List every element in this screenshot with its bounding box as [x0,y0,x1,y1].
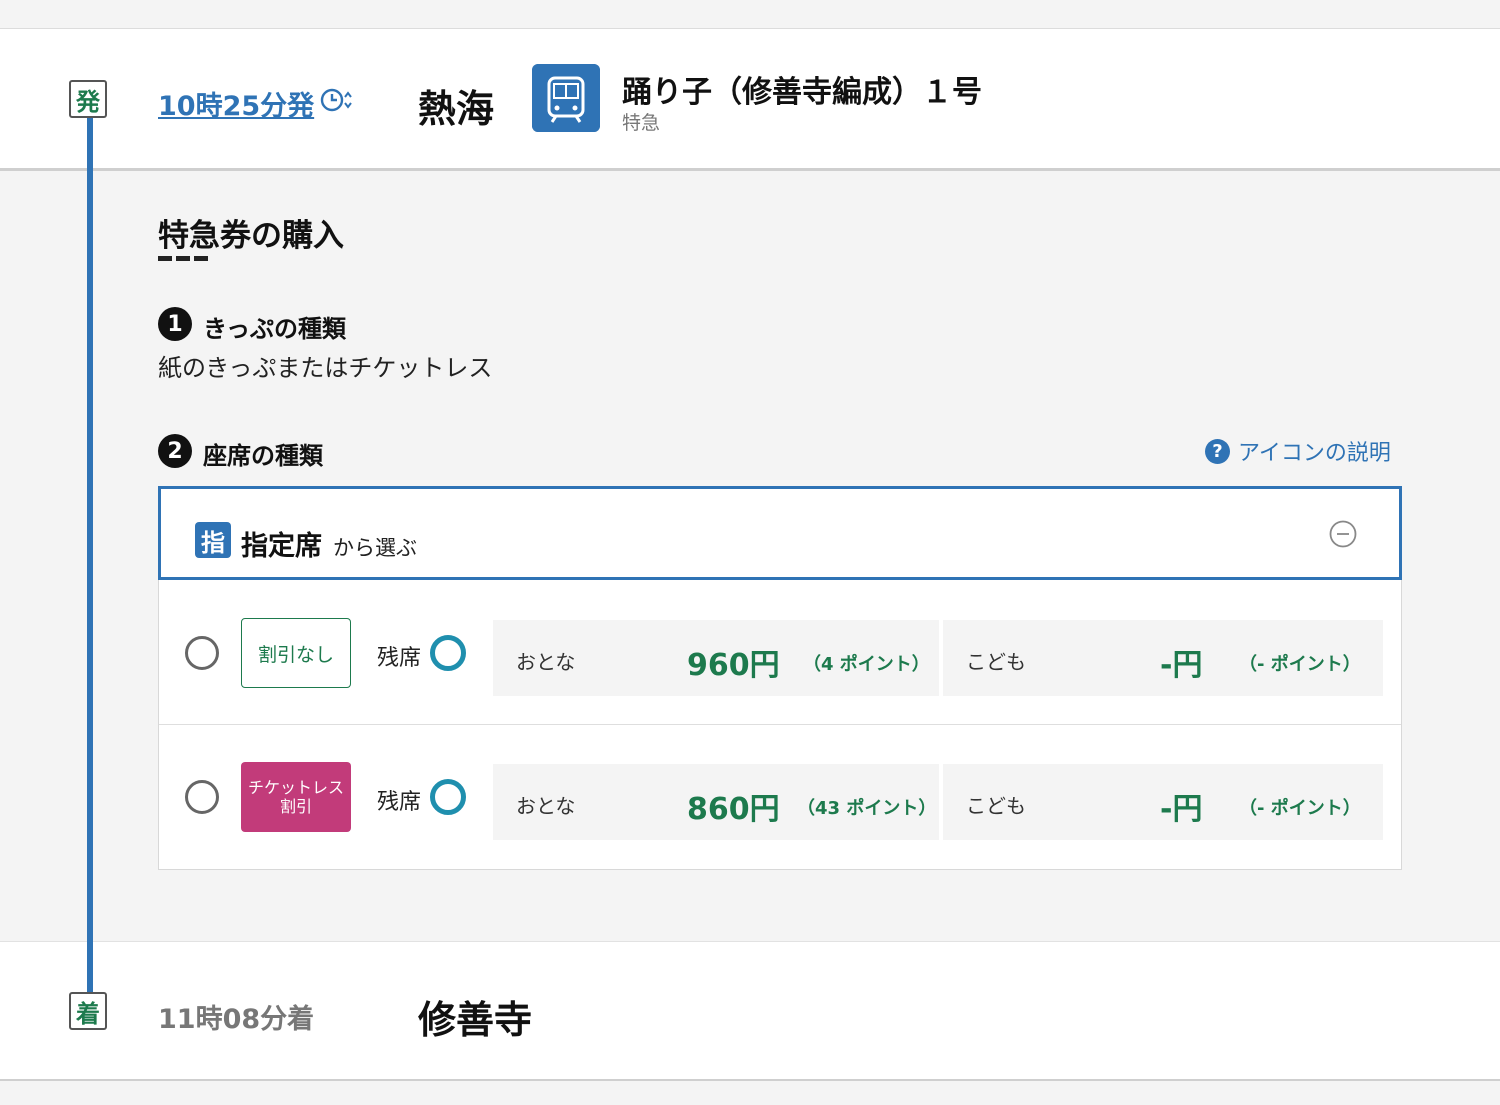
section-title: 特急券の購入 [158,218,344,254]
availability-circle-icon [430,779,466,815]
icon-help-link[interactable]: ? アイコンの説明 [1205,435,1391,467]
train-icon [532,64,600,132]
reserved-seat-label: 指定席 [241,531,322,562]
adult-label: おとな [516,650,576,674]
adult-points: （4 ポイント） [803,654,930,675]
arrival-badge: 着 [69,992,107,1030]
collapse-minus-icon[interactable] [1329,520,1357,548]
option-2-child-price-cell: こども -円 （- ポイント） [943,764,1383,840]
route-timeline-line [87,118,93,992]
ticketless-line1: チケットレス [247,777,344,797]
option-1-adult-price-cell: おとな 960円 （4 ポイント） [493,620,939,696]
option-2-discount-badge: チケットレス 割引 [241,762,351,832]
reserved-seat-suffix: から選ぶ [333,536,417,560]
bottom-strip [0,1081,1500,1105]
seat-options-list: 割引なし 残席 おとな 960円 （4 ポイント） こども -円 （- ポイント… [158,580,1402,870]
child-points: （- ポイント） [1239,798,1361,819]
option-1-availability-label: 残席 [377,646,422,671]
step-1-value: 紙のきっぷまたはチケットレス [158,354,493,382]
departure-badge: 発 [69,80,107,118]
option-2-radio[interactable] [185,780,219,814]
option-1-radio[interactable] [185,636,219,670]
train-type: 特急 [622,112,661,134]
title-underline [158,256,210,261]
top-strip [0,0,1500,29]
adult-price: 860円 [687,792,780,827]
arrival-station: 修善寺 [418,998,533,1042]
adult-points: （43 ポイント） [797,798,937,819]
child-label: こども [966,650,1026,674]
clock-sort-icon[interactable] [320,86,352,114]
child-points: （- ポイント） [1239,654,1361,675]
departure-time-link[interactable]: 10時25分発 [158,84,314,123]
arrival-time: 11時08分着 [158,1004,315,1035]
step-1-number: 1 [158,307,192,341]
step-2-number: 2 [158,434,192,468]
adult-price: 960円 [687,648,780,683]
option-1-discount-badge: 割引なし [241,618,351,688]
option-divider [159,724,1401,725]
step-2-label: 座席の種類 [203,442,323,470]
child-label: こども [966,794,1026,818]
option-2-availability-label: 残席 [377,790,422,815]
seat-class-header[interactable]: 指 指定席 から選ぶ [158,486,1402,580]
availability-circle-icon [430,635,466,671]
ticketless-line2: 割引 [279,797,312,816]
child-price: -円 [1160,648,1203,683]
child-price: -円 [1160,792,1203,827]
reserved-seat-badge: 指 [195,522,231,558]
option-2-adult-price-cell: おとな 860円 （43 ポイント） [493,764,939,840]
departure-station: 熱海 [418,87,495,131]
adult-label: おとな [516,794,576,818]
train-name: 踊り子（修善寺編成）１号 [622,75,982,110]
question-icon: ? [1205,438,1230,464]
option-1-child-price-cell: こども -円 （- ポイント） [943,620,1383,696]
icon-help-label: アイコンの説明 [1238,441,1391,466]
step-1-label: きっぷの種類 [203,315,347,343]
